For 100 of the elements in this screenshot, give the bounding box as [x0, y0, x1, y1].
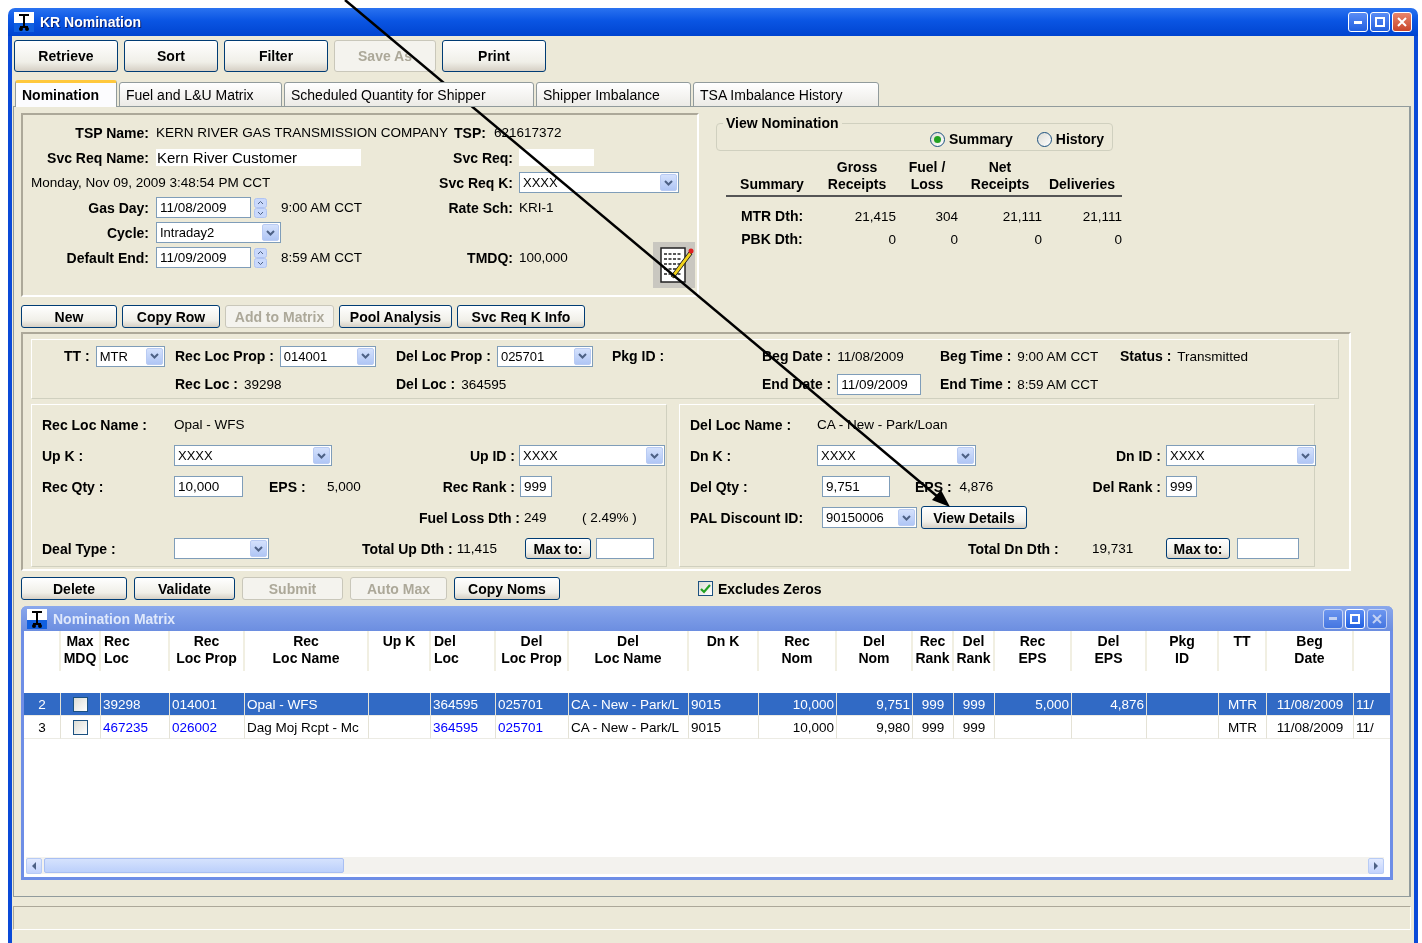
field-value: 249 [524, 510, 547, 525]
row-label: PBK Dth: [740, 230, 804, 249]
column-header[interactable]: Rec Nom [781, 631, 813, 671]
input-field[interactable]: 9,751 [822, 476, 890, 497]
tab[interactable]: Scheduled Quantity for Shipper [284, 82, 534, 107]
table-row[interactable]: 2 39298 014001 Opal - WFS 364595 025701 CA - New - Park/L 9015 10,000 9,751 999 999 5,000 4,876 MTR 11/08/2009 11/ [24, 693, 1390, 716]
spinner-icon[interactable] [254, 247, 267, 268]
column-header[interactable]: Pkg ID [1169, 631, 1195, 671]
row-number: 2 [24, 693, 61, 716]
notepad-icon[interactable] [653, 242, 695, 288]
field-label: Dn K : [690, 447, 732, 464]
radio-button[interactable] [1036, 131, 1052, 147]
column-header[interactable]: Del EPS [1094, 631, 1123, 671]
dropdown[interactable]: XXXX [1166, 445, 1316, 466]
button[interactable]: Copy Row [122, 305, 220, 328]
link-cell[interactable]: 025701 [496, 693, 569, 716]
minimize-icon[interactable] [1323, 608, 1343, 629]
input-field[interactable]: 11/09/2009 [837, 373, 922, 395]
button[interactable]: Delete [21, 577, 127, 600]
table-cell: 999 [954, 716, 995, 739]
column-header[interactable]: Del Nom [858, 631, 890, 671]
column-header[interactable]: Rec Rank [915, 631, 950, 671]
minimize-icon[interactable] [1348, 12, 1368, 32]
column-header[interactable]: Rec Loc Name [272, 631, 340, 671]
link-cell[interactable]: 014001 [170, 693, 245, 716]
link-cell[interactable]: 39298 [101, 693, 170, 716]
button[interactable]: Sort [124, 40, 218, 72]
table-cell: 999 [954, 693, 995, 716]
input-field[interactable]: 999 [1166, 476, 1197, 497]
column-header[interactable]: Del Loc Prop [501, 631, 562, 671]
field-value: 364595 [461, 376, 507, 392]
dropdown[interactable]: 90150006 [822, 507, 917, 528]
column-header[interactable]: Up K [382, 631, 416, 671]
column-header[interactable]: Max MDQ [63, 631, 97, 671]
dropdown[interactable]: Intraday2 [156, 222, 281, 243]
scroll-right-icon[interactable] [1368, 857, 1384, 874]
close-icon[interactable] [1392, 12, 1412, 32]
dropdown[interactable]: 025701 [496, 345, 593, 367]
button[interactable]: View Details [921, 506, 1027, 529]
button[interactable]: Retrieve [14, 40, 118, 72]
column-header[interactable]: Dn K [706, 631, 740, 671]
maximize-icon[interactable] [1370, 12, 1390, 32]
dropdown[interactable]: XXXX [519, 445, 665, 466]
checkbox[interactable] [73, 719, 88, 735]
link-cell[interactable]: 467235 [101, 716, 170, 739]
scroll-left-icon[interactable] [26, 857, 42, 874]
caret-icon [356, 347, 374, 365]
button[interactable]: Filter [224, 40, 328, 72]
button[interactable]: Validate [134, 577, 235, 600]
spinner-icon[interactable] [254, 197, 267, 218]
button[interactable]: Max to: [1166, 538, 1230, 559]
caret-icon [898, 509, 915, 526]
button[interactable]: Max to: [525, 538, 591, 559]
input-field[interactable] [1237, 538, 1299, 559]
dropdown[interactable]: MTR [95, 345, 165, 367]
button[interactable]: Print [442, 40, 546, 72]
input-field[interactable]: 11/08/2009 [156, 197, 251, 218]
field-label: Status : [1120, 348, 1172, 364]
column-header[interactable]: Beg Date [1294, 631, 1325, 671]
field-label: Del Loc Prop : [396, 348, 491, 364]
field-label: Up K : [42, 447, 84, 464]
link-cell[interactable]: 025701 [496, 716, 569, 739]
table-row[interactable]: 3 467235 026002 Dag Moj Rcpt - Mc 364595 025701 CA - New - Park/L 9015 10,000 9,980 999 999 MTR 11/08/2009 11/ [24, 716, 1390, 739]
input-field[interactable]: 10,000 [174, 476, 243, 497]
input-field[interactable]: 11/09/2009 [156, 247, 251, 268]
button[interactable]: Svc Req K Info [457, 305, 585, 328]
input-field[interactable]: 999 [520, 476, 552, 497]
horizontal-scrollbar[interactable] [26, 857, 1384, 874]
tab[interactable]: TSA Imbalance History [693, 82, 879, 107]
checkbox[interactable] [73, 696, 88, 712]
link-cell[interactable]: 364595 [431, 716, 496, 739]
table-cell: 999 [913, 693, 954, 716]
maximize-icon[interactable] [1345, 608, 1365, 629]
dropdown[interactable]: XXXX [519, 172, 679, 193]
dropdown[interactable]: XXXX [174, 445, 332, 466]
table-cell-text: 21,111 [1001, 208, 1042, 226]
button[interactable]: New [21, 305, 117, 328]
checkbox[interactable] [698, 581, 713, 596]
radio-button[interactable] [929, 131, 945, 147]
field-label: Total Dn Dth : [968, 540, 1059, 557]
column-header[interactable]: Del Loc Name [594, 631, 662, 671]
tab[interactable]: Nomination [15, 80, 117, 107]
column-header[interactable]: Rec Loc [104, 631, 130, 671]
tab[interactable]: Fuel and L&U Matrix [119, 82, 282, 107]
dropdown[interactable]: XXXX [817, 445, 976, 466]
link-cell[interactable]: 364595 [431, 693, 496, 716]
column-header[interactable]: Rec EPS [1018, 631, 1047, 671]
tab[interactable]: Shipper Imbalance [536, 82, 691, 107]
link-cell[interactable]: 026002 [170, 716, 245, 739]
button[interactable]: Pool Analysis [339, 305, 452, 328]
column-header[interactable]: Del Rank [956, 631, 991, 671]
table-cell: 11/ [1354, 716, 1390, 739]
dropdown[interactable] [174, 538, 269, 559]
column-header[interactable]: Del Loc [434, 631, 459, 671]
column-header[interactable]: Rec Loc Prop [176, 631, 237, 671]
column-header[interactable]: TT [1233, 631, 1251, 671]
dropdown[interactable]: 014001 [279, 345, 376, 367]
close-icon[interactable] [1367, 608, 1387, 629]
input-field[interactable] [596, 538, 654, 559]
button[interactable]: Copy Noms [454, 577, 560, 600]
